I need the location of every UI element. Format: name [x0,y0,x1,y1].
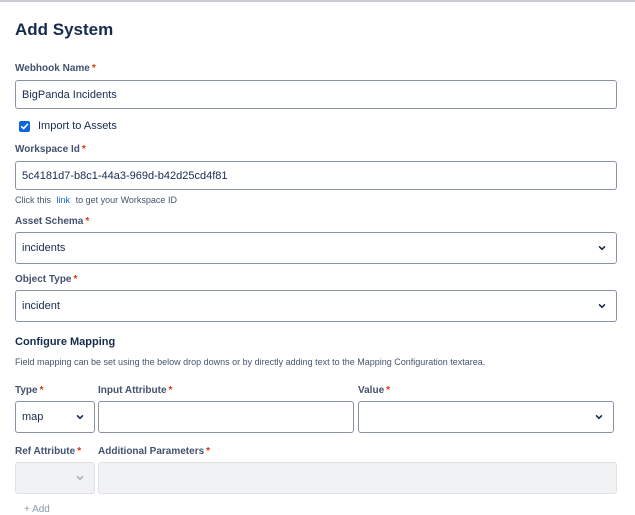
chevron-down-icon [598,304,606,309]
add-mapping-button[interactable]: + Add [24,504,50,515]
workspace-id-link[interactable]: link [57,195,71,205]
input-attribute-label-text: Input Attribute [98,385,167,396]
check-icon [20,123,29,129]
required-marker: * [73,274,78,285]
import-to-assets-checkbox[interactable] [19,120,30,132]
workspace-id-value: 5c4181d7-b8c1-44a3-969d-b42d25cd4f81 [22,169,228,182]
help-prefix: Click this [15,195,52,205]
required-marker: * [77,446,82,457]
asset-schema-label: Asset Schema * [15,216,89,227]
webhook-name-value: BigPanda Incidents [22,88,117,101]
additional-parameters-label: Additional Parameters * [98,446,210,457]
object-type-label-text: Object Type [15,274,72,285]
top-border [0,0,635,2]
input-attribute-input[interactable] [98,401,354,433]
required-marker: * [168,385,173,396]
import-to-assets[interactable]: Import to Assets [19,120,117,132]
webhook-name-label-text: Webhook Name [15,63,90,74]
ref-attribute-select[interactable] [15,462,95,494]
type-label-text: Type [15,385,38,396]
type-select[interactable]: map [15,401,95,433]
additional-parameters-input[interactable] [98,462,617,494]
help-suffix: to get your Workspace ID [75,195,177,205]
required-marker: * [85,216,90,227]
value-select[interactable] [358,401,614,433]
required-marker: * [206,446,211,457]
required-marker: * [386,385,391,396]
object-type-select[interactable]: incident [15,290,617,322]
webhook-name-input[interactable]: BigPanda Incidents [15,80,617,109]
chevron-down-icon [76,415,84,420]
ref-attribute-label-text: Ref Attribute [15,446,76,457]
chevron-down-icon [76,476,84,481]
configure-mapping-title: Configure Mapping [15,336,116,348]
workspace-id-label: Workspace Id * [15,144,86,155]
configure-mapping-description: Field mapping can be set using the below… [15,357,486,367]
object-type-value: incident [22,300,60,312]
input-attribute-label: Input Attribute * [98,385,172,396]
required-marker: * [81,144,86,155]
value-label-text: Value [358,385,385,396]
type-label: Type * [15,385,44,396]
asset-schema-label-text: Asset Schema [15,216,84,227]
workspace-id-help: Click this link to get your Workspace ID [15,195,177,205]
chevron-down-icon [598,246,606,251]
asset-schema-select[interactable]: incidents [15,232,617,264]
ref-attribute-label: Ref Attribute * [15,446,81,457]
page-title: Add System [15,20,114,39]
additional-parameters-label-text: Additional Parameters [98,446,205,457]
required-marker: * [91,63,96,74]
workspace-id-input[interactable]: 5c4181d7-b8c1-44a3-969d-b42d25cd4f81 [15,161,617,190]
type-value: map [22,411,44,423]
workspace-id-label-text: Workspace Id [15,144,80,155]
chevron-down-icon [595,415,603,420]
import-to-assets-label: Import to Assets [38,120,117,132]
object-type-label: Object Type * [15,274,77,285]
webhook-name-label: Webhook Name * [15,63,96,74]
required-marker: * [39,385,44,396]
asset-schema-value: incidents [22,242,66,254]
value-label: Value * [358,385,390,396]
